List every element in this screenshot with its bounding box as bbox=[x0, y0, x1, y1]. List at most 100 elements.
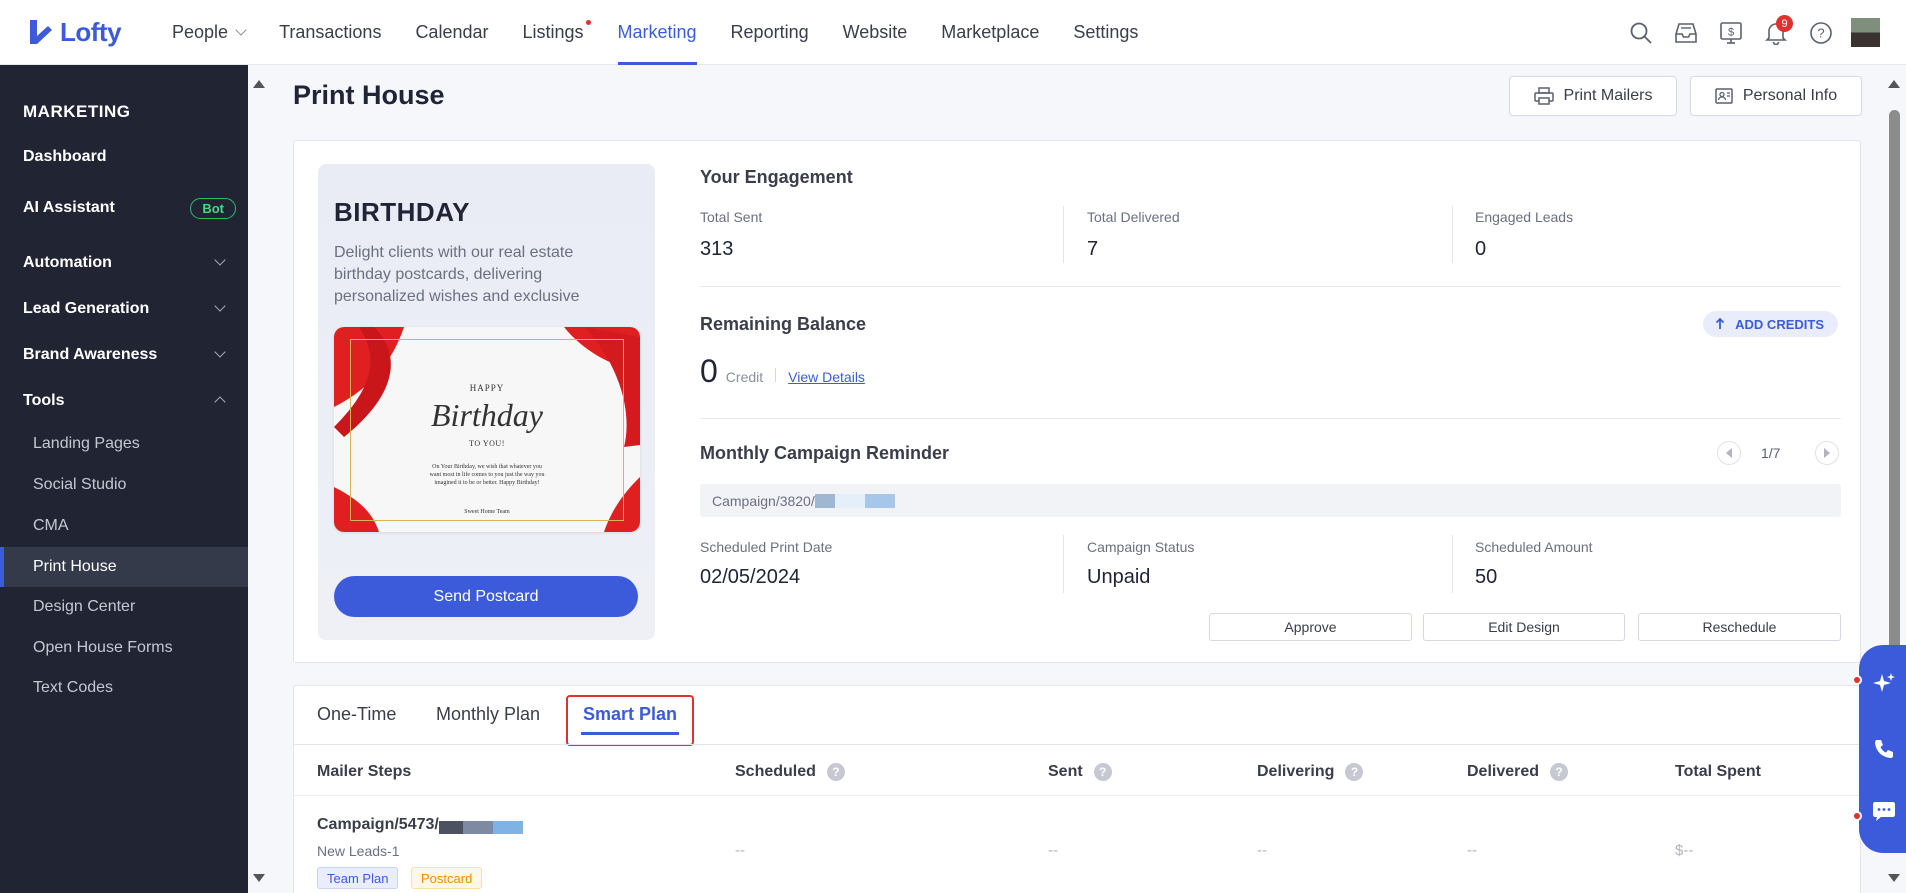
nav-listings[interactable]: Listings bbox=[522, 0, 591, 65]
brand-name: Lofty bbox=[60, 16, 122, 47]
postcard-to-you: TO YOU! bbox=[469, 439, 505, 448]
personal-info-button[interactable]: Personal Info bbox=[1690, 76, 1862, 116]
sidebar-item-label: Landing Pages bbox=[33, 435, 140, 452]
view-details-link[interactable]: View Details bbox=[788, 369, 865, 385]
row-delivered: -- bbox=[1467, 842, 1477, 859]
billing-icon[interactable]: $ bbox=[1708, 10, 1753, 55]
sidebar-item-open-house-forms[interactable]: Open House Forms bbox=[0, 628, 248, 668]
chevron-down-icon bbox=[235, 23, 247, 36]
inbox-icon[interactable] bbox=[1663, 10, 1708, 55]
tab-one-time[interactable]: One-Time bbox=[317, 704, 396, 725]
sidebar-heading: MARKETING bbox=[23, 102, 131, 121]
total-sent-label: Total Sent bbox=[700, 209, 763, 225]
svg-text:?: ? bbox=[1817, 25, 1824, 40]
sidebar-item-brand-awareness[interactable]: Brand Awareness bbox=[0, 335, 248, 375]
divider bbox=[1452, 206, 1453, 263]
divider bbox=[294, 795, 1860, 796]
chat-icon[interactable] bbox=[1871, 798, 1897, 824]
birthday-postcard-preview[interactable]: HAPPY Birthday TO YOU! On Your Birthday,… bbox=[334, 327, 640, 532]
help-icon[interactable]: ? bbox=[1093, 763, 1112, 781]
nav-reporting[interactable]: Reporting bbox=[731, 0, 809, 65]
phone-icon[interactable] bbox=[1871, 736, 1897, 762]
sidebar-item-social-studio[interactable]: Social Studio bbox=[0, 465, 248, 505]
row-total-spent: $-- bbox=[1675, 842, 1694, 859]
divider bbox=[1063, 535, 1064, 593]
id-card-icon bbox=[1715, 88, 1733, 104]
svg-text:$: $ bbox=[1727, 26, 1733, 38]
help-icon[interactable]: ? bbox=[1550, 763, 1569, 781]
sidebar-item-cma[interactable]: CMA bbox=[0, 506, 248, 546]
floating-action-panel bbox=[1859, 645, 1906, 853]
nav-marketplace[interactable]: Marketplace bbox=[941, 0, 1039, 65]
redacted-block bbox=[814, 493, 835, 508]
sidebar-item-print-house[interactable]: Print House bbox=[0, 547, 248, 587]
reschedule-button[interactable]: Reschedule bbox=[1638, 613, 1841, 641]
reminder-next-button[interactable] bbox=[1815, 441, 1839, 465]
lofty-logo[interactable]: Lofty bbox=[28, 17, 172, 48]
nav-calendar[interactable]: Calendar bbox=[415, 0, 488, 65]
nav-transactions-label: Transactions bbox=[279, 21, 382, 42]
help-icon[interactable]: ? bbox=[1798, 10, 1843, 55]
caret-left-icon bbox=[1726, 448, 1732, 458]
scheduled-print-date-label: Scheduled Print Date bbox=[700, 539, 833, 555]
nav-transactions[interactable]: Transactions bbox=[279, 0, 381, 65]
ai-sparkle-icon[interactable] bbox=[1871, 670, 1897, 696]
sidebar-item-dashboard[interactable]: Dashboard bbox=[0, 137, 248, 177]
search-icon[interactable] bbox=[1618, 10, 1663, 55]
help-icon[interactable]: ? bbox=[826, 763, 845, 781]
nav-settings[interactable]: Settings bbox=[1073, 0, 1138, 65]
add-credits-label: ADD CREDITS bbox=[1735, 316, 1824, 332]
column-delivered: Delivered? bbox=[1467, 763, 1569, 781]
print-mailers-button[interactable]: Print Mailers bbox=[1509, 76, 1677, 116]
sidebar-item-lead-generation[interactable]: Lead Generation bbox=[0, 289, 248, 329]
send-postcard-button[interactable]: Send Postcard bbox=[334, 576, 638, 617]
nav-website[interactable]: Website bbox=[843, 0, 908, 65]
tab-monthly-plan[interactable]: Monthly Plan bbox=[436, 704, 540, 725]
help-icon[interactable]: ? bbox=[1345, 763, 1364, 781]
sidebar-item-automation[interactable]: Automation bbox=[0, 243, 248, 283]
bot-badge: Bot bbox=[190, 197, 236, 219]
postcard-birthday: Birthday bbox=[431, 397, 543, 433]
lofty-logo-icon bbox=[30, 20, 52, 44]
approve-button[interactable]: Approve bbox=[1209, 613, 1412, 641]
chevron-down-icon bbox=[214, 346, 226, 358]
sidebar-item-label: Automation bbox=[23, 254, 112, 271]
page-scroll-up-arrow[interactable] bbox=[1888, 80, 1900, 88]
scroll-up-arrow[interactable] bbox=[253, 80, 265, 88]
notification-dot bbox=[1852, 675, 1862, 685]
divider bbox=[700, 418, 1841, 419]
sidebar-item-label: Print House bbox=[33, 558, 117, 575]
add-credits-button[interactable]: ADD CREDITS bbox=[1703, 311, 1838, 337]
column-label: Mailer Steps bbox=[317, 763, 412, 780]
reminder-prev-button[interactable] bbox=[1717, 441, 1741, 465]
column-label: Delivered bbox=[1467, 763, 1540, 780]
sidebar-item-text-codes[interactable]: Text Codes bbox=[0, 668, 248, 708]
team-plan-tag: Team Plan bbox=[317, 867, 399, 889]
user-avatar[interactable] bbox=[1851, 18, 1880, 47]
redacted-block bbox=[492, 821, 523, 834]
divider bbox=[700, 286, 1841, 287]
column-scheduled: Scheduled? bbox=[735, 763, 845, 781]
birthday-promo: BIRTHDAY Delight clients with our real e… bbox=[318, 164, 655, 640]
promo-title: BIRTHDAY bbox=[334, 197, 470, 227]
column-label: Sent bbox=[1048, 763, 1083, 780]
postcard-happy: HAPPY bbox=[469, 383, 505, 393]
campaign-status-value: Unpaid bbox=[1087, 566, 1151, 588]
sidebar-item-design-center[interactable]: Design Center bbox=[0, 587, 248, 627]
row-delivering: -- bbox=[1257, 842, 1267, 859]
redacted-block bbox=[462, 821, 493, 834]
sidebar-item-tools[interactable]: Tools bbox=[0, 381, 248, 421]
postcard-signoff: Sweet Home Team bbox=[464, 509, 510, 515]
notification-badge: 9 bbox=[1776, 15, 1793, 32]
nav-people[interactable]: People bbox=[172, 0, 247, 65]
sidebar-item-landing-pages[interactable]: Landing Pages bbox=[0, 424, 248, 464]
redacted-block bbox=[438, 821, 463, 834]
nav-marketplace-label: Marketplace bbox=[941, 21, 1040, 42]
sidebar-item-ai-assistant[interactable]: AI Assistant Bot bbox=[0, 188, 248, 228]
bell-icon[interactable]: 9 bbox=[1753, 10, 1798, 55]
page-scroll-down-arrow[interactable] bbox=[1888, 874, 1900, 882]
scroll-down-arrow[interactable] bbox=[253, 874, 265, 882]
nav-marketing[interactable]: Marketing bbox=[617, 0, 697, 65]
total-delivered-label: Total Delivered bbox=[1087, 209, 1180, 225]
edit-design-button[interactable]: Edit Design bbox=[1423, 613, 1625, 641]
